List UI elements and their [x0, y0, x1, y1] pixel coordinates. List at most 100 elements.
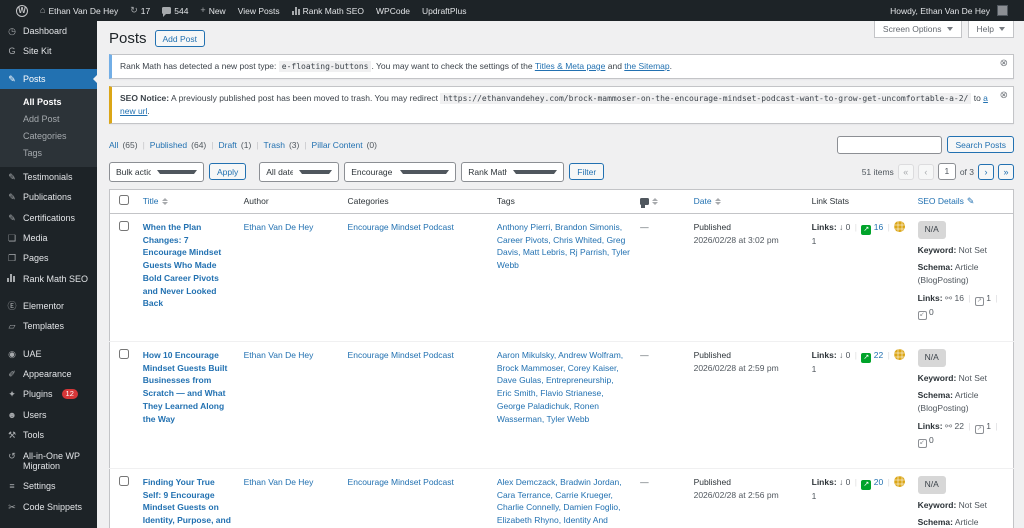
- author-link[interactable]: Ethan Van De Hey: [244, 222, 314, 232]
- titles-meta-link[interactable]: Titles & Meta page: [535, 61, 606, 71]
- submenu-categories[interactable]: Categories: [0, 127, 97, 144]
- sidebar-item-publications[interactable]: ✎ Publications: [0, 187, 97, 207]
- sidebar-item-uae[interactable]: ◉ UAE: [0, 344, 97, 364]
- tags-links[interactable]: Alex Demczack, Bradwin Jordan, Cara Terr…: [497, 477, 628, 528]
- column-header-comments[interactable]: [635, 189, 689, 214]
- last-page-button[interactable]: »: [998, 163, 1014, 180]
- category-link[interactable]: Encourage Mindset Podcast: [348, 477, 454, 487]
- apply-button[interactable]: Apply: [209, 163, 247, 181]
- row-checkbox[interactable]: [119, 220, 129, 231]
- sidebar-item-ai1wm-migration[interactable]: ↺ All-in-One WP Migration: [0, 446, 97, 477]
- external-links-count[interactable]: 20: [874, 477, 883, 487]
- sidebar-item-tools[interactable]: ⚒ Tools: [0, 425, 97, 445]
- dates-filter-select[interactable]: All dates: [259, 161, 340, 182]
- incoming-links-icon: ↓: [839, 349, 844, 360]
- post-date: 2026/02/28 at 2:56 pm: [693, 489, 779, 500]
- tags-links[interactable]: Aaron Mikulsky, Andrew Wolfram, Brock Ma…: [497, 350, 623, 424]
- items-count: 51 items: [861, 166, 894, 177]
- row-checkbox[interactable]: [119, 348, 129, 359]
- next-page-button[interactable]: ›: [978, 163, 994, 180]
- outbound-link-icon: ↗: [974, 424, 984, 434]
- category-link[interactable]: Encourage Mindset Podcast: [348, 222, 454, 232]
- separator: |: [256, 139, 259, 150]
- filter-pillar-content-link[interactable]: Pillar Content: [312, 140, 363, 150]
- table-toolbar: Bulk actions Apply All dates Encourage M…: [109, 161, 1014, 183]
- site-name-label: Ethan Van De Hey: [48, 5, 119, 16]
- author-link[interactable]: Ethan Van De Hey: [244, 477, 314, 487]
- elementor-icon: Ⓔ: [7, 301, 17, 312]
- filter-trash-link[interactable]: Trash: [264, 140, 285, 150]
- links-label: Links:: [917, 420, 943, 431]
- updates-link[interactable]: ↻ 17: [124, 6, 156, 16]
- search-posts-input[interactable]: [837, 135, 943, 154]
- sidebar-item-testimonials[interactable]: ✎ Testimonials: [0, 167, 97, 187]
- sidebar-item-code-snippets[interactable]: ✂ Code Snippets: [0, 497, 97, 517]
- filter-draft-link[interactable]: Draft: [218, 140, 236, 150]
- author-link[interactable]: Ethan Van De Hey: [244, 350, 314, 360]
- post-status: Published: [693, 349, 731, 360]
- sidebar-item-settings[interactable]: ≡ Settings: [0, 476, 97, 496]
- search-posts-button[interactable]: Search Posts: [947, 136, 1014, 154]
- filter-all-link[interactable]: All: [109, 140, 118, 150]
- separator: |: [142, 139, 145, 150]
- dismiss-notice-icon[interactable]: ⊗: [1000, 91, 1008, 101]
- tags-links[interactable]: Anthony Pierri, Brandon Simonis, Career …: [497, 222, 630, 270]
- category-filter-select[interactable]: Encourage Mindset Podca: [344, 161, 457, 182]
- seo-filter-select[interactable]: Rank Math: [461, 161, 565, 182]
- site-name-link[interactable]: ⌂ Ethan Van De Hey: [34, 6, 124, 16]
- updraftplus-menu[interactable]: UpdraftPlus: [416, 6, 472, 16]
- trashed-url-code: https://ethanvandehey.com/brock-mammoser…: [440, 93, 972, 104]
- sidebar-item-users[interactable]: ☻ Users: [0, 405, 97, 425]
- external-links-count[interactable]: 22: [874, 350, 883, 360]
- comments-icon: [162, 7, 172, 17]
- sidebar-item-dashboard[interactable]: ◷ Dashboard: [0, 21, 97, 41]
- bulk-actions-select[interactable]: Bulk actions: [109, 161, 204, 182]
- current-page-input[interactable]: 1: [937, 163, 956, 181]
- post-title-link[interactable]: How 10 Encourage Mindset Guests Built Bu…: [143, 350, 228, 424]
- sidebar-item-site-kit[interactable]: G Site Kit: [0, 41, 97, 61]
- sidebar-item-templates[interactable]: ▱ Templates: [0, 316, 97, 336]
- dismiss-notice-icon[interactable]: ⊗: [1000, 59, 1008, 69]
- column-header-date[interactable]: Date: [688, 189, 807, 214]
- sidebar-item-pages[interactable]: ❐ Pages: [0, 248, 97, 268]
- column-header-title[interactable]: Title: [137, 189, 239, 214]
- sidebar-label: Elementor: [23, 301, 65, 312]
- wordpress-menu[interactable]: W: [10, 4, 34, 17]
- my-account-menu[interactable]: Howdy, Ethan Van De Hey: [884, 5, 1014, 16]
- post-title-link[interactable]: When the Plan Changes: 7 Encourage Minds…: [143, 222, 221, 309]
- column-header-seo-details[interactable]: SEO Details ✎: [912, 189, 1014, 214]
- submenu-tags[interactable]: Tags: [0, 144, 97, 161]
- sidebar-item-media[interactable]: ❏ Media: [0, 228, 97, 248]
- globe-icon: [894, 348, 906, 360]
- external-links-count[interactable]: 16: [874, 222, 883, 232]
- add-post-button[interactable]: Add Post: [154, 30, 206, 47]
- submenu-all-posts[interactable]: All Posts: [0, 93, 97, 110]
- filter-button[interactable]: Filter: [569, 163, 605, 181]
- sidebar-item-rank-math-seo[interactable]: Rank Math SEO: [0, 269, 97, 289]
- view-posts-link[interactable]: View Posts: [232, 6, 286, 16]
- title-column-label: Title: [142, 196, 159, 207]
- page-title: Posts: [109, 30, 147, 47]
- help-tab[interactable]: Help: [967, 21, 1014, 38]
- sidebar-item-plugins[interactable]: ✦ Plugins 12: [0, 384, 97, 404]
- chevron-down-icon: [512, 169, 558, 177]
- wpcode-menu[interactable]: WPCode: [370, 6, 416, 16]
- submenu-add-post[interactable]: Add Post: [0, 110, 97, 127]
- rank-math-menu[interactable]: Rank Math SEO: [286, 6, 370, 16]
- row-checkbox[interactable]: [119, 475, 129, 486]
- sidebar-item-appearance[interactable]: ✐ Appearance: [0, 364, 97, 384]
- comments-link[interactable]: 544: [156, 6, 194, 17]
- sidebar-item-posts[interactable]: ✎ Posts: [0, 68, 97, 90]
- globe-icon: [894, 220, 906, 232]
- sidebar-item-elementor[interactable]: Ⓔ Elementor: [0, 296, 97, 316]
- post-title-link[interactable]: Finding Your True Self: 9 Encourage Mind…: [143, 477, 231, 528]
- sidebar-item-certifications[interactable]: ✎ Certifications: [0, 208, 97, 228]
- filter-published-link[interactable]: Published: [150, 140, 187, 150]
- new-content-menu[interactable]: + New: [194, 6, 231, 16]
- sitemap-link[interactable]: the Sitemap: [624, 61, 669, 71]
- select-all-checkbox[interactable]: [119, 195, 129, 206]
- category-link[interactable]: Encourage Mindset Podcast: [348, 350, 454, 360]
- sidebar-label: Plugins: [23, 389, 53, 400]
- screen-options-tab[interactable]: Screen Options: [873, 21, 962, 38]
